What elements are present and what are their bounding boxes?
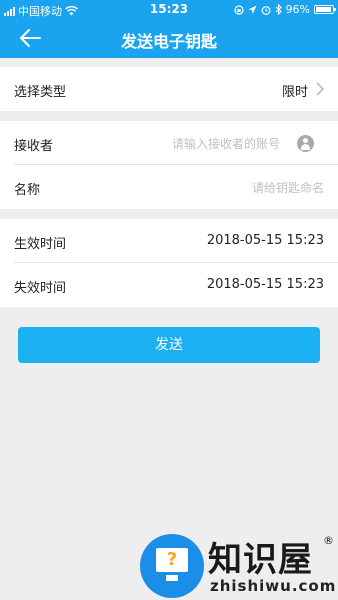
start-time-label: 生效时间: [14, 237, 67, 252]
watermark-brand: 知识屋: [208, 540, 313, 580]
watermark-registered-mark: ®: [323, 534, 334, 547]
start-time-value[interactable]: 2018-05-15 15:23: [207, 233, 324, 248]
contact-user-icon[interactable]: [297, 135, 314, 152]
receiver-row[interactable]: 接收者 请输入接收者的账号: [0, 121, 338, 165]
send-button[interactable]: 发送: [18, 327, 320, 363]
end-time-value[interactable]: 2018-05-15 15:23: [207, 277, 324, 292]
receiver-input[interactable]: 请输入接收者的账号: [172, 135, 280, 152]
alarm-icon: [261, 5, 270, 15]
page-title: 发送电子钥匙: [120, 32, 217, 51]
type-section: 选择类型 限时: [0, 67, 338, 111]
receiver-section: 接收者 请输入接收者的账号 名称 请给钥匙命名: [0, 121, 338, 209]
lock-rotation-icon: [233, 4, 244, 15]
receiver-label: 接收者: [14, 139, 54, 154]
end-time-label: 失效时间: [14, 281, 67, 296]
time-section: 生效时间 2018-05-15 15:23 失效时间 2018-05-15 15…: [0, 219, 338, 307]
status-bar: 中国移动 15:23 96%: [0, 0, 338, 18]
start-time-row[interactable]: 生效时间 2018-05-15 15:23: [0, 219, 338, 263]
status-right: 96%: [233, 3, 336, 16]
watermark-url: zhishiwu.com: [210, 577, 337, 595]
key-name-row[interactable]: 名称 请给钥匙命名: [0, 165, 338, 209]
key-name-input[interactable]: 请给钥匙命名: [252, 179, 324, 196]
chevron-right-icon: [316, 82, 325, 96]
battery-percent: 96%: [285, 3, 310, 16]
location-icon: [248, 5, 257, 14]
type-value: 限时: [281, 85, 308, 100]
type-label: 选择类型: [14, 85, 67, 100]
nav-bar: 发送电子钥匙: [0, 18, 338, 58]
watermark-logo: ? 知识屋 ® zhishiwu.com: [140, 530, 338, 600]
end-time-row[interactable]: 失效时间 2018-05-15 15:23: [0, 263, 338, 307]
battery-icon: [314, 5, 336, 14]
key-name-label: 名称: [14, 183, 41, 198]
type-row[interactable]: 选择类型 限时: [0, 67, 338, 111]
bluetooth-icon: [275, 4, 282, 15]
